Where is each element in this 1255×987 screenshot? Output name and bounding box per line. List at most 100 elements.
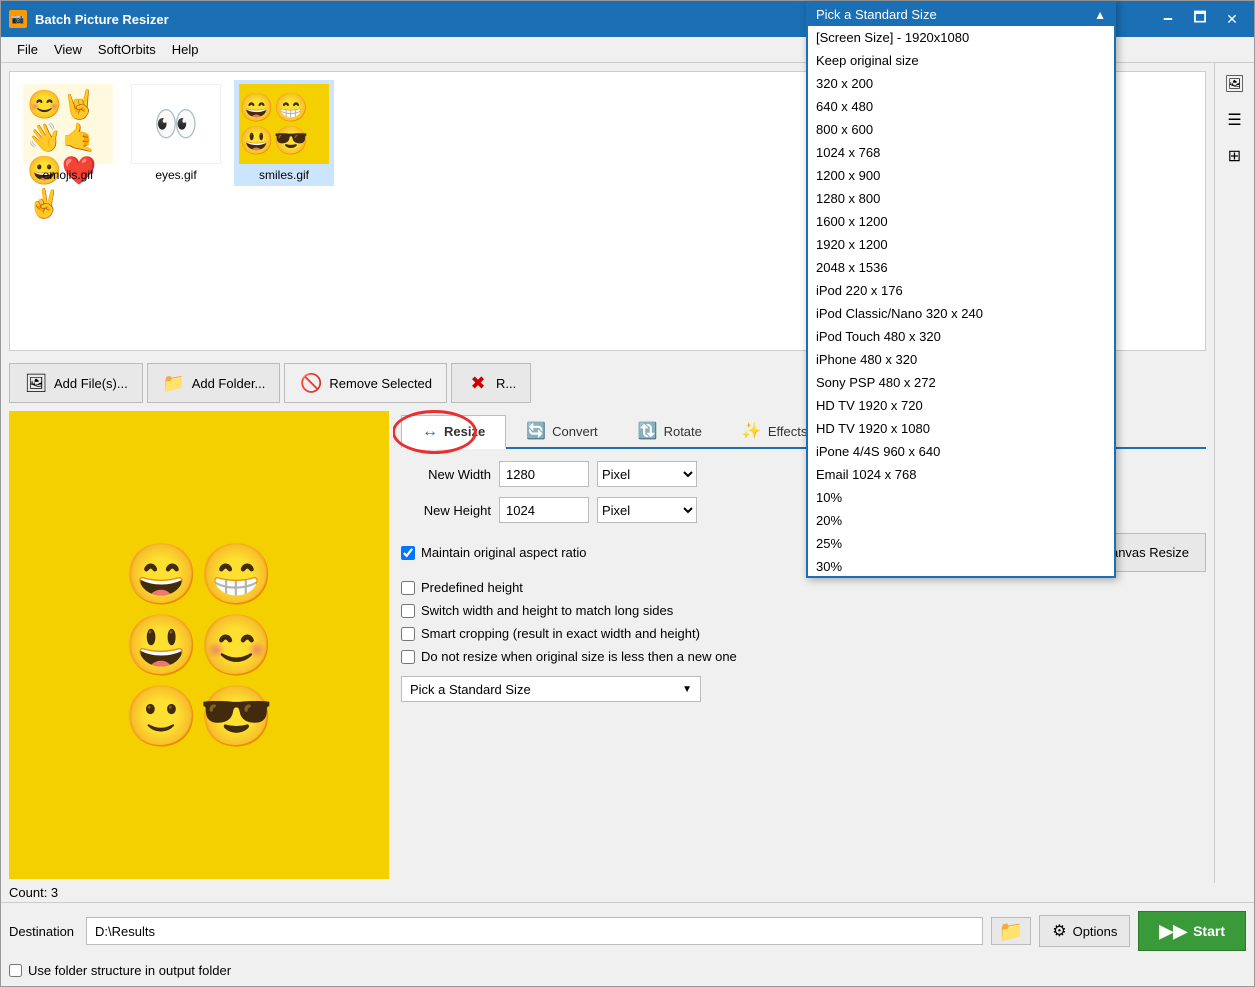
- dropdown-item[interactable]: 640 x 480: [808, 95, 1114, 118]
- width-label: New Width: [401, 467, 491, 482]
- remove-all-button[interactable]: ✖ R...: [451, 363, 531, 403]
- maximize-button[interactable]: 🗖: [1186, 8, 1214, 30]
- switch-sides-label: Switch width and height to match long si…: [421, 603, 673, 618]
- width-input[interactable]: [499, 461, 589, 487]
- dropdown-item[interactable]: 1024 x 768: [808, 141, 1114, 164]
- dropdown-item[interactable]: HD TV 1920 x 1080: [808, 417, 1114, 440]
- preview-area: 😄😁😃😊🙂😎: [9, 411, 389, 879]
- dropdown-item[interactable]: 320 x 200: [808, 72, 1114, 95]
- count-badge: Count: 3: [9, 885, 58, 900]
- destination-label: Destination: [9, 924, 74, 939]
- menu-help[interactable]: Help: [164, 40, 207, 59]
- predefined-height-row: Predefined height: [401, 580, 1206, 595]
- switch-sides-row: Switch width and height to match long si…: [401, 603, 1206, 618]
- resize-tab-icon: ↔: [422, 423, 438, 441]
- standard-size-dropdown-label: Pick a Standard Size: [410, 682, 531, 697]
- smart-crop-row: Smart cropping (result in exact width an…: [401, 626, 1206, 641]
- sidebar-list-view-button[interactable]: ☰: [1218, 103, 1252, 137]
- add-folder-button[interactable]: 📁 Add Folder...: [147, 363, 281, 403]
- standard-size-dropdown-overlay[interactable]: Pick a Standard Size ▲ [Screen Size] - 1…: [806, 1, 1116, 578]
- dropdown-item[interactable]: HD TV 1920 x 720: [808, 394, 1114, 417]
- height-input[interactable]: [499, 497, 589, 523]
- close-button[interactable]: ✕: [1218, 8, 1246, 30]
- tab-resize[interactable]: ↔ Resize: [401, 415, 506, 449]
- dropdown-item[interactable]: 1920 x 1200: [808, 233, 1114, 256]
- maintain-aspect-checkbox[interactable]: [401, 546, 415, 560]
- dropdown-item[interactable]: 25%: [808, 532, 1114, 555]
- menu-softorbits[interactable]: SoftOrbits: [90, 40, 164, 59]
- smart-crop-label: Smart cropping (result in exact width an…: [421, 626, 700, 641]
- smart-crop-checkbox[interactable]: [401, 627, 415, 641]
- tab-convert-label: Convert: [552, 424, 598, 439]
- remove-all-label: R...: [496, 376, 516, 391]
- standard-size-dropdown[interactable]: Pick a Standard Size ▼: [401, 676, 701, 702]
- use-folder-structure-label: Use folder structure in output folder: [28, 963, 231, 978]
- destination-input[interactable]: [86, 917, 983, 945]
- dropdown-item[interactable]: iPod Classic/Nano 320 x 240: [808, 302, 1114, 325]
- minimize-button[interactable]: 🗕: [1154, 8, 1182, 30]
- dropdown-item[interactable]: iPhone 480 x 320: [808, 348, 1114, 371]
- dropdown-item[interactable]: iPod Touch 480 x 320: [808, 325, 1114, 348]
- eyes-thumbnail: 👀: [131, 84, 221, 164]
- dropdown-item[interactable]: 1600 x 1200: [808, 210, 1114, 233]
- height-unit-select[interactable]: Pixel Percent Inch Cm: [597, 497, 697, 523]
- file-label: smiles.gif: [259, 168, 309, 182]
- options-button[interactable]: ⚙ Options: [1039, 915, 1130, 947]
- dropdown-item[interactable]: Sony PSP 480 x 272: [808, 371, 1114, 394]
- dropdown-item[interactable]: Keep original size: [808, 49, 1114, 72]
- start-icon: ▶▶: [1159, 921, 1187, 942]
- dropdown-list[interactable]: [Screen Size] - 1920x1080Keep original s…: [808, 26, 1114, 576]
- dropdown-item[interactable]: 20%: [808, 509, 1114, 532]
- remove-selected-label: Remove Selected: [329, 376, 432, 391]
- dropdown-item[interactable]: Email 1024 x 768: [808, 463, 1114, 486]
- menu-file[interactable]: File: [9, 40, 46, 59]
- use-folder-structure-checkbox[interactable]: [9, 964, 22, 977]
- window-controls: 🗕 🗖 ✕: [1154, 8, 1246, 30]
- dropdown-scrollbar-up[interactable]: ▲: [1094, 8, 1106, 22]
- list-item[interactable]: 😄😁😃😎 smiles.gif: [234, 80, 334, 186]
- tab-rotate[interactable]: 🔃 Rotate: [618, 415, 722, 447]
- predefined-height-checkbox[interactable]: [401, 581, 415, 595]
- emojis-thumbnail: 😊🤘👋🤙😀❤️✌️: [23, 84, 113, 164]
- menu-view[interactable]: View: [46, 40, 90, 59]
- dropdown-item[interactable]: 2048 x 1536: [808, 256, 1114, 279]
- dropdown-item[interactable]: [Screen Size] - 1920x1080: [808, 26, 1114, 49]
- convert-tab-icon: 🔄: [526, 421, 546, 441]
- tab-convert[interactable]: 🔄 Convert: [506, 415, 617, 447]
- add-files-button[interactable]: 🖼 Add File(s)...: [9, 363, 143, 403]
- start-button[interactable]: ▶▶ Start: [1138, 911, 1246, 951]
- count-area: Count: 3: [1, 883, 1254, 902]
- dropdown-item[interactable]: 1200 x 900: [808, 164, 1114, 187]
- predefined-height-label: Predefined height: [421, 580, 523, 595]
- sidebar-image-view-button[interactable]: 🖼: [1218, 67, 1252, 101]
- app-icon: 📷: [9, 10, 27, 28]
- file-label: emojis.gif: [43, 168, 94, 182]
- destination-browse-button[interactable]: 📁: [991, 917, 1031, 945]
- remove-all-icon: ✖: [466, 371, 490, 395]
- no-resize-label: Do not resize when original size is less…: [421, 649, 737, 664]
- standard-size-bottom: Pick a Standard Size ▼: [401, 676, 1206, 702]
- footer-checkbox-row: Use folder structure in output folder: [1, 959, 1254, 986]
- right-sidebar: 🖼 ☰ ⊞: [1214, 63, 1254, 883]
- switch-sides-checkbox[interactable]: [401, 604, 415, 618]
- tab-effects-label: Effects: [768, 424, 808, 439]
- dropdown-item[interactable]: 800 x 600: [808, 118, 1114, 141]
- rotate-tab-icon: 🔃: [638, 421, 658, 441]
- options-icon: ⚙: [1052, 921, 1066, 941]
- dropdown-item[interactable]: iPod 220 x 176: [808, 279, 1114, 302]
- dropdown-item[interactable]: 10%: [808, 486, 1114, 509]
- list-item[interactable]: 😊🤘👋🤙😀❤️✌️ emojis.gif: [18, 80, 118, 186]
- dropdown-item[interactable]: 30%: [808, 555, 1114, 576]
- remove-icon: 🚫: [299, 371, 323, 395]
- tab-rotate-label: Rotate: [664, 424, 702, 439]
- no-resize-checkbox[interactable]: [401, 650, 415, 664]
- width-unit-select[interactable]: Pixel Percent Inch Cm: [597, 461, 697, 487]
- remove-selected-button[interactable]: 🚫 Remove Selected: [284, 363, 447, 403]
- list-item[interactable]: 👀 eyes.gif: [126, 80, 226, 186]
- dropdown-item[interactable]: iPone 4/4S 960 x 640: [808, 440, 1114, 463]
- add-folder-icon: 📁: [162, 371, 186, 395]
- dropdown-header-label: Pick a Standard Size: [816, 7, 937, 22]
- sidebar-grid-view-button[interactable]: ⊞: [1218, 139, 1252, 173]
- maintain-aspect-label: Maintain original aspect ratio: [421, 545, 586, 560]
- dropdown-item[interactable]: 1280 x 800: [808, 187, 1114, 210]
